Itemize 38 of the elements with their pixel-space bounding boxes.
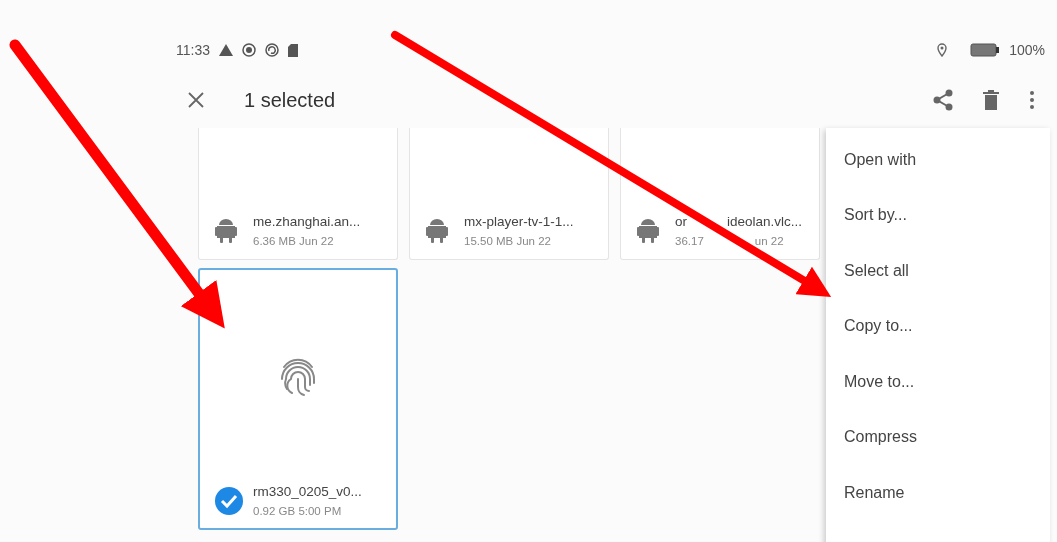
file-details: 0.92 GB 5:00 PM bbox=[253, 504, 343, 518]
file-name: mx-player-tv-1-1... bbox=[464, 214, 574, 230]
android-icon bbox=[637, 218, 659, 244]
file-name: or bbox=[675, 214, 687, 230]
check-circle-icon[interactable] bbox=[215, 487, 243, 515]
menu-item[interactable]: Select all bbox=[826, 243, 1050, 299]
menu-item[interactable]: Copy to... bbox=[826, 298, 1050, 354]
file-name: ideolan.vlc... bbox=[727, 214, 803, 230]
location-icon bbox=[937, 43, 948, 57]
battery-icon bbox=[970, 43, 1001, 57]
file-details: 15.50 MB Jun 22 bbox=[464, 234, 552, 248]
menu-item[interactable]: Sort by... bbox=[826, 187, 1050, 243]
menu-item[interactable]: Open with bbox=[826, 132, 1050, 188]
share-icon[interactable] bbox=[933, 89, 953, 111]
sd-card-icon bbox=[288, 43, 298, 57]
menu-item[interactable]: Compress bbox=[826, 409, 1050, 465]
file-card[interactable]: rm330_0205_v0... 0.92 GB 5:00 PM bbox=[198, 268, 398, 530]
menu-item[interactable]: Rename bbox=[826, 465, 1050, 521]
android-icon bbox=[426, 218, 448, 244]
file-name: rm330_0205_v0... bbox=[253, 484, 362, 500]
file-details: 36.17 bbox=[675, 234, 704, 248]
target-icon bbox=[242, 43, 256, 57]
more-options-icon[interactable] bbox=[1029, 90, 1035, 110]
file-details: un 22 bbox=[754, 234, 784, 248]
sync-circle-icon bbox=[265, 43, 279, 57]
file-card[interactable]: mx-player-tv-1-1... 15.50 MB Jun 22 bbox=[409, 128, 609, 260]
clock-time: 11:33 bbox=[176, 42, 210, 58]
menu-item[interactable]: Move to... bbox=[826, 354, 1050, 410]
file-card[interactable]: me.zhanghai.an... 6.36 MB Jun 22 bbox=[198, 128, 398, 260]
close-icon[interactable] bbox=[188, 92, 204, 108]
android-icon bbox=[215, 218, 237, 244]
delete-icon[interactable] bbox=[983, 90, 999, 110]
selection-title: 1 selected bbox=[244, 88, 336, 112]
file-details: 6.36 MB Jun 22 bbox=[253, 234, 335, 248]
file-card[interactable]: or ideolan.vlc... 36.17 un 22 bbox=[620, 128, 820, 260]
warning-icon bbox=[219, 44, 233, 56]
battery-level: 100% bbox=[1009, 42, 1045, 58]
file-name: me.zhanghai.an... bbox=[253, 214, 361, 230]
